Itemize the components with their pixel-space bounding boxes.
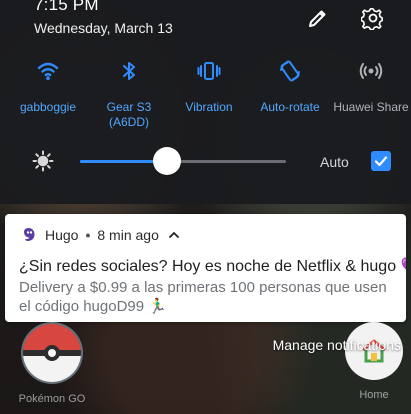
notification-shade: 7:15 PM Wednesday, March 13 gabboggie Ge… bbox=[0, 0, 411, 204]
brightness-icon bbox=[31, 149, 55, 173]
notification-time-ago: 8 min ago bbox=[97, 227, 159, 243]
checkmark-icon bbox=[374, 156, 388, 167]
wifi-icon bbox=[35, 58, 61, 84]
quick-tile-label-bluetooth: Gear S3 (A6DD) bbox=[106, 100, 152, 129]
auto-rotate-icon bbox=[277, 58, 303, 84]
notification-app-name: Hugo bbox=[45, 227, 79, 243]
hugo-app-icon bbox=[20, 226, 38, 244]
notification-header: Hugo • 8 min ago bbox=[20, 226, 180, 244]
quick-tile-huawei-share[interactable]: Huawei Share bbox=[330, 58, 411, 115]
brightness-slider-thumb[interactable] bbox=[153, 147, 181, 175]
notification-title: ¿Sin redes sociales? Hoy es noche de Net… bbox=[19, 258, 406, 275]
auto-brightness-checkbox[interactable] bbox=[371, 151, 391, 171]
quick-tile-label-auto-rotate: Auto-rotate bbox=[260, 100, 320, 114]
vibration-icon bbox=[196, 58, 222, 84]
home-app-label-home: Home bbox=[359, 389, 389, 401]
gear-icon bbox=[361, 8, 383, 30]
quick-tile-wifi[interactable]: gabboggie bbox=[7, 58, 89, 115]
quick-settings-row: gabboggie Gear S3 (A6DD) Vibration Auto-… bbox=[0, 58, 411, 140]
huawei-share-icon bbox=[358, 58, 384, 84]
clock-date: Wednesday, March 13 bbox=[34, 20, 173, 36]
quick-tile-label-huawei-share: Huawei Share bbox=[333, 100, 409, 114]
brightness-row: Auto bbox=[0, 144, 411, 180]
pencil-icon bbox=[309, 10, 326, 27]
pokemon-ball-center bbox=[44, 345, 60, 361]
quick-tile-label-vibration: Vibration bbox=[185, 100, 233, 114]
hugo-notification-card[interactable]: Hugo • 8 min ago ¿Sin redes sociales? Ho… bbox=[5, 214, 406, 322]
quick-tile-auto-rotate[interactable]: Auto-rotate bbox=[249, 58, 331, 115]
pokemon-go-icon bbox=[21, 322, 83, 384]
home-app-label-pokemon-go: Pokémon GO bbox=[18, 393, 86, 405]
home-app-home[interactable]: Home bbox=[340, 322, 408, 401]
quick-tile-bluetooth[interactable]: Gear S3 (A6DD) bbox=[88, 58, 170, 130]
notification-separator-dot: • bbox=[85, 227, 91, 243]
home-app-pokemon-go[interactable]: Pokémon GO bbox=[10, 322, 94, 405]
quick-tile-label-wifi: gabboggie bbox=[19, 100, 77, 114]
bluetooth-icon bbox=[116, 58, 142, 84]
brightness-slider-track[interactable] bbox=[80, 160, 286, 163]
clock-time: 7:15 PM bbox=[34, 0, 99, 14]
edit-quick-settings-button[interactable] bbox=[304, 4, 332, 32]
chevron-up-icon[interactable] bbox=[168, 229, 180, 241]
settings-button[interactable] bbox=[359, 4, 387, 32]
auto-brightness-label: Auto bbox=[320, 154, 349, 170]
notification-body: Delivery a $0.99 a las primeras 100 pers… bbox=[19, 279, 387, 315]
quick-tile-vibration[interactable]: Vibration bbox=[168, 58, 250, 115]
manage-notifications-button[interactable]: Manage notifications bbox=[273, 337, 401, 353]
